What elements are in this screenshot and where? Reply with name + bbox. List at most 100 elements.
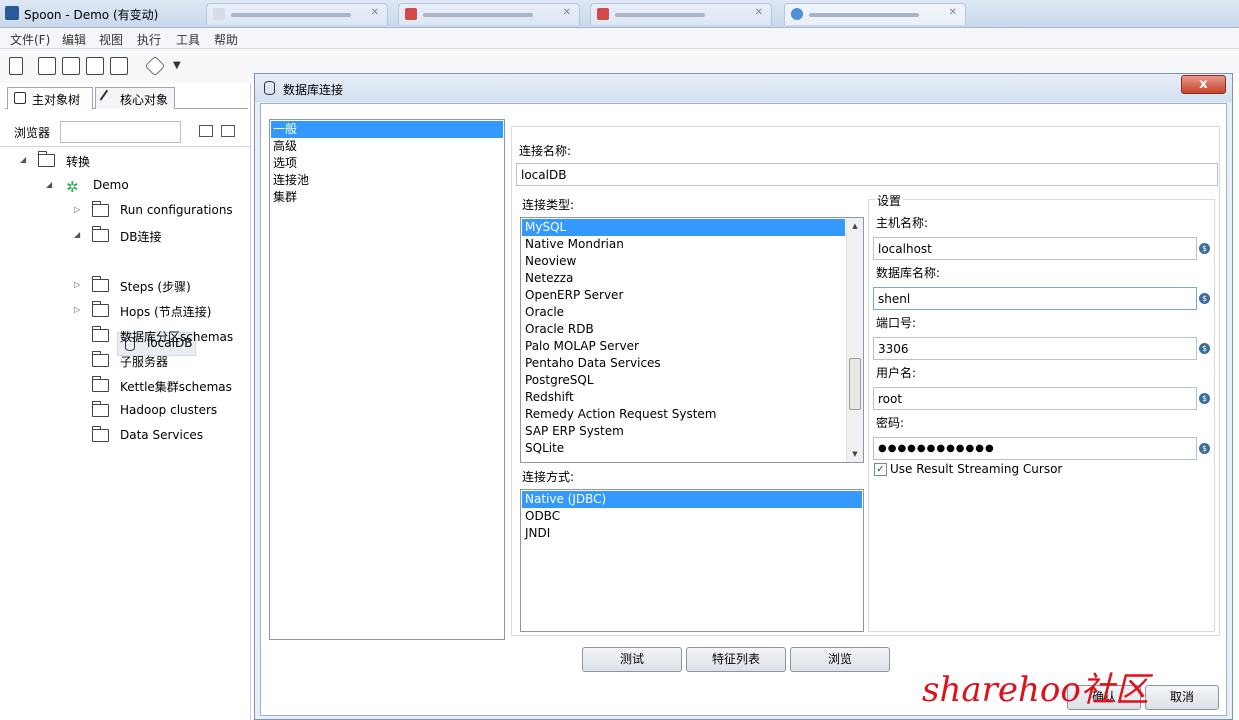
close-icon[interactable]: ✕ (755, 7, 763, 18)
save-as-icon[interactable] (110, 57, 128, 75)
list-item[interactable]: JNDI (522, 525, 862, 542)
list-item[interactable]: Palo MOLAP Server (522, 338, 845, 355)
tab-core-objects[interactable]: 核心对象 (95, 87, 175, 109)
menu-help[interactable]: 帮助 (214, 31, 238, 48)
menu-run[interactable]: 执行 (137, 31, 161, 48)
expand-tree-icon[interactable] (199, 125, 213, 137)
tree-node-slave-servers[interactable]: 子服务器 (74, 350, 244, 372)
menu-edit[interactable]: 编辑 (62, 31, 86, 48)
list-item[interactable]: Pentaho Data Services (522, 355, 845, 372)
folder-icon (92, 401, 109, 417)
port-input[interactable]: 3306 (873, 337, 1197, 360)
cancel-button[interactable]: 取消 (1145, 685, 1219, 710)
feature-list-button[interactable]: 特征列表 (686, 647, 786, 672)
explore-button[interactable]: 浏览 (790, 647, 890, 672)
general-settings-panel: 连接名称: localDB 连接类型: MySQL Native Mondria… (511, 126, 1220, 636)
list-item[interactable]: ODBC (522, 508, 862, 525)
connection-type-list[interactable]: MySQL Native Mondrian Neoview Netezza Op… (520, 217, 864, 463)
tree-node-cluster-schemas[interactable]: Kettle集群schemas (74, 375, 244, 397)
nav-options[interactable]: 选项 (271, 155, 503, 172)
nav-clustering[interactable]: 集群 (271, 189, 503, 206)
collapsed-arrow-icon[interactable]: ▷ (74, 205, 80, 214)
sharehoo-watermark: sharehoo社区 (922, 670, 1149, 710)
tree-node-data-services[interactable]: Data Services (74, 425, 244, 447)
save-icon[interactable] (86, 57, 104, 75)
expand-arrow-icon[interactable]: ◢ (74, 230, 80, 239)
browser-search-input[interactable] (60, 121, 181, 143)
background-browser-tab[interactable]: ✕ (398, 3, 580, 25)
username-input[interactable]: root (873, 387, 1197, 410)
tree-node-run-configurations[interactable]: ▷ Run configurations (74, 200, 244, 222)
variable-icon[interactable]: $ (1199, 443, 1210, 454)
collapse-tree-icon[interactable] (221, 125, 235, 137)
tree-node-hops[interactable]: ▷ Hops (节点连接) (74, 300, 244, 322)
dialog-close-button[interactable]: x (1181, 75, 1226, 94)
list-item[interactable]: SAP ERP System (522, 423, 845, 440)
background-browser-tab[interactable]: ✕ (784, 3, 966, 25)
connection-type-scrollbar[interactable]: ▲ ▼ (846, 218, 863, 462)
dialog-body: 一般 高级 选项 连接池 集群 连接名称: localDB 连接类型: MySQ… (260, 103, 1227, 716)
access-method-list[interactable]: Native (JDBC) ODBC JNDI (520, 489, 864, 632)
list-item[interactable]: Oracle RDB (522, 321, 845, 338)
nav-general[interactable]: 一般 (271, 121, 503, 138)
close-icon[interactable]: ✕ (563, 7, 571, 18)
variable-icon[interactable]: $ (1199, 343, 1210, 354)
access-method-label: 连接方式: (522, 470, 575, 484)
tab-main-tree[interactable]: 主对象树 (7, 87, 93, 109)
layers-icon[interactable] (144, 55, 166, 77)
streaming-cursor-label: Use Result Streaming Cursor (890, 462, 1063, 476)
tree-node-hadoop-clusters[interactable]: Hadoop clusters (74, 400, 244, 422)
connection-name-input[interactable]: localDB (516, 163, 1218, 186)
nav-pooling[interactable]: 连接池 (271, 172, 503, 189)
streaming-cursor-checkbox[interactable]: ✓ (874, 463, 887, 476)
explore-repository-icon[interactable] (62, 57, 80, 75)
list-item[interactable]: Netezza (522, 270, 845, 287)
tree-node-demo[interactable]: ◢ ✲ Demo (46, 175, 226, 197)
new-file-icon[interactable] (9, 57, 23, 75)
background-browser-tab[interactable]: ✕ (590, 3, 772, 25)
list-item[interactable]: SQLite (522, 440, 845, 457)
folder-icon (92, 326, 109, 342)
menu-file[interactable]: 文件(F) (10, 31, 50, 48)
list-item[interactable]: Redshift (522, 389, 845, 406)
variable-icon[interactable]: $ (1199, 393, 1210, 404)
nav-advanced[interactable]: 高级 (271, 138, 503, 155)
scroll-thumb[interactable] (849, 358, 861, 410)
list-item[interactable]: Oracle (522, 304, 845, 321)
list-item[interactable]: Remedy Action Request System (522, 406, 845, 423)
variable-icon[interactable]: $ (1199, 293, 1210, 304)
list-item[interactable]: PostgreSQL (522, 372, 845, 389)
host-input[interactable]: localhost (873, 237, 1197, 260)
close-icon[interactable]: ✕ (371, 7, 379, 18)
tree-node-steps[interactable]: ▷ Steps (步骤) (74, 275, 244, 297)
database-name-input[interactable]: shenl (873, 287, 1197, 310)
tree-node-partition-schemas[interactable]: 数据库分区schemas (74, 325, 244, 347)
variable-icon[interactable]: $ (1199, 243, 1210, 254)
chevron-down-icon[interactable]: ▼ (173, 60, 181, 71)
settings-nav-list: 一般 高级 选项 连接池 集群 (269, 119, 505, 640)
menu-view[interactable]: 视图 (99, 31, 123, 48)
collapsed-arrow-icon[interactable]: ▷ (74, 280, 80, 289)
open-folder-icon[interactable] (38, 57, 56, 75)
scroll-up-icon[interactable]: ▲ (847, 218, 863, 234)
tree-node-db-connections[interactable]: ◢ DB连接 (74, 225, 244, 247)
collapsed-arrow-icon[interactable]: ▷ (74, 305, 80, 314)
list-item[interactable]: MySQL (522, 219, 845, 236)
test-button[interactable]: 测试 (582, 647, 682, 672)
folder-icon (92, 301, 109, 317)
connection-type-label: 连接类型: (522, 198, 575, 212)
scroll-down-icon[interactable]: ▼ (847, 446, 863, 462)
list-item[interactable]: Native (JDBC) (522, 491, 862, 508)
tree-node-transformations[interactable]: ◢ 转换 (20, 150, 220, 172)
password-input[interactable]: ●●●●●●●●●●●● (873, 437, 1197, 460)
folder-icon (38, 151, 55, 167)
close-icon[interactable]: ✕ (949, 7, 957, 18)
list-item[interactable]: OpenERP Server (522, 287, 845, 304)
background-browser-tab[interactable]: ✕ (206, 3, 388, 25)
list-item[interactable]: Native Mondrian (522, 236, 845, 253)
menu-tools[interactable]: 工具 (176, 31, 200, 48)
folder-icon (92, 276, 109, 292)
expand-arrow-icon[interactable]: ◢ (20, 155, 26, 164)
list-item[interactable]: Neoview (522, 253, 845, 270)
expand-arrow-icon[interactable]: ◢ (46, 180, 52, 189)
